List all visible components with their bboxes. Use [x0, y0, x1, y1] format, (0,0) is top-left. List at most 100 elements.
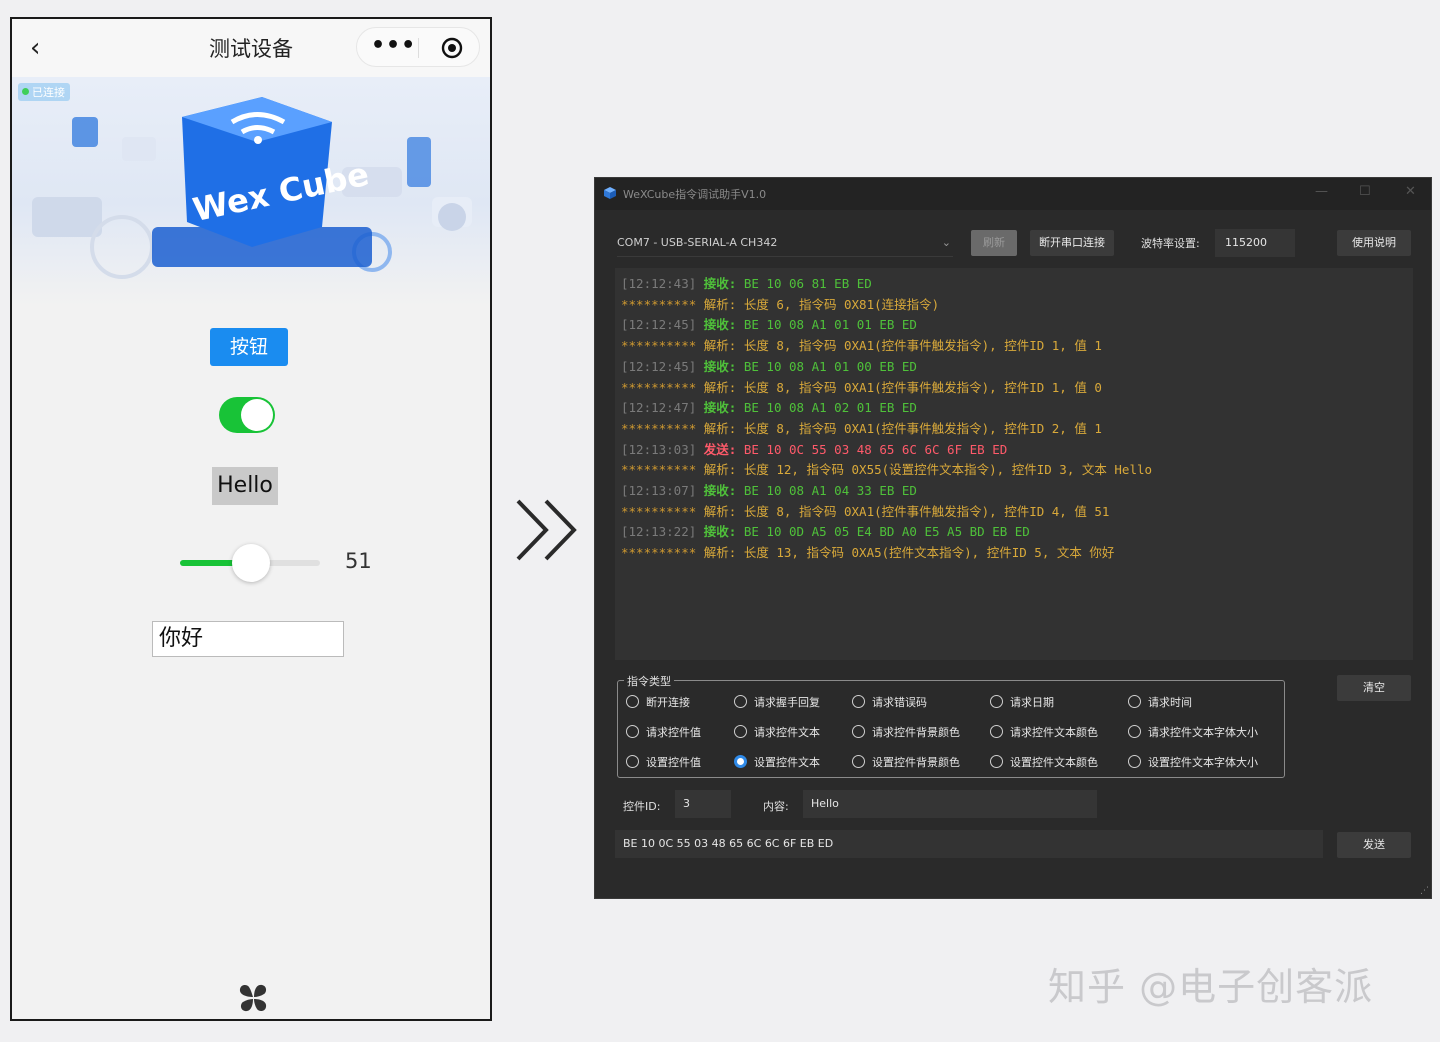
log-prefix: [12:12:43] [621, 276, 697, 291]
radio-circle-icon [626, 695, 639, 708]
radio-label: 请求控件文本字体大小 [1148, 726, 1258, 739]
log-body: 长度 8, 指令码 0XA1(控件事件触发指令), 控件ID 1, 值 1 [743, 338, 1102, 354]
demo-switch[interactable] [219, 397, 275, 433]
radio-label: 设置控件文本 [754, 756, 820, 769]
radio-label: 设置控件值 [646, 756, 701, 769]
log-body: 长度 8, 指令码 0XA1(控件事件触发指令), 控件ID 2, 值 1 [743, 420, 1102, 436]
log-body: BE 10 08 A1 01 00 EB ED [743, 358, 917, 374]
log-body: BE 10 0C 55 03 48 65 6C 6C 6F EB ED [743, 441, 1008, 457]
baud-rate-label: 波特率设置: [1141, 237, 1200, 250]
serial-port-select[interactable]: COM7 - USB-SERIAL-A CH342 ⌄ [617, 230, 953, 257]
help-button[interactable]: 使用说明 [1337, 230, 1411, 256]
disconnect-serial-button[interactable]: 断开串口连接 [1030, 230, 1114, 256]
log-line: ********** 解析: 长度 13, 指令码 0XA5(控件文本指令), … [621, 542, 1114, 561]
log-line: ********** 解析: 长度 8, 指令码 0XA1(控件事件触发指令),… [621, 335, 1102, 354]
hex-command-input[interactable]: BE 10 0C 55 03 48 65 6C 6C 6F EB ED [615, 830, 1323, 858]
slider-value: 51 [345, 549, 372, 573]
radio-label: 请求错误码 [872, 696, 927, 709]
log-line: ********** 解析: 长度 12, 指令码 0X55(设置控件文本指令)… [621, 459, 1152, 478]
log-body: 长度 6, 指令码 0X81(连接指令) [743, 296, 940, 312]
control-id-input[interactable]: 3 [675, 790, 731, 818]
log-tag: 接收: [703, 276, 737, 291]
command-type-legend: 指令类型 [624, 673, 674, 689]
home-indicator-icon[interactable] [236, 981, 270, 1015]
close-icon[interactable]: ✕ [1405, 184, 1416, 199]
resize-grip-icon[interactable]: ⋰ [1420, 886, 1429, 896]
log-tag: 解析: [703, 420, 737, 436]
more-icon[interactable]: ••• [371, 34, 415, 60]
radio-circle-icon [990, 725, 1003, 738]
command-type-group: 指令类型 断开连接 请求握手回复 请求错误码 请求日期 请求时间 请求控件值 请求控件文本 请… [617, 673, 1285, 778]
log-prefix: [12:12:45] [621, 317, 697, 333]
log-line: [12:12:45] 接收: BE 10 08 A1 01 00 EB ED [621, 356, 917, 375]
radio-circle-icon [990, 755, 1003, 768]
log-prefix: ********** [621, 545, 697, 561]
log-prefix: ********** [621, 420, 697, 436]
log-line: [12:13:07] 接收: BE 10 08 A1 04 33 EB ED [621, 480, 917, 499]
log-line: ********** 解析: 长度 6, 指令码 0X81(连接指令) [621, 294, 939, 313]
phone-preview: ‹ 测试设备 ••• Wex Cube 已连接 按钮 Hello 51 你好 [10, 17, 492, 1021]
radio-circle-icon [852, 755, 865, 768]
log-tag: 解析: [703, 503, 737, 519]
watermark: 知乎 @电子创客派 [1048, 965, 1374, 1009]
radio-label: 请求控件文本 [754, 726, 820, 739]
demo-text-label: Hello [212, 467, 278, 505]
log-tag: 解析: [703, 296, 737, 312]
debugger-window: WeXCube指令调试助手V1.0 — ☐ ✕ COM7 - USB-SERIA… [594, 177, 1432, 899]
minimize-icon[interactable]: — [1315, 184, 1328, 199]
log-prefix: ********** [621, 503, 697, 519]
close-miniprogram-icon[interactable] [441, 37, 463, 59]
radio-circle-icon [1128, 695, 1141, 708]
log-tag: 接收: [703, 317, 737, 333]
radio-label: 设置控件文本颜色 [1010, 756, 1098, 769]
radio-label: 设置控件背景颜色 [872, 756, 960, 769]
log-prefix: [12:13:03] [621, 441, 697, 457]
log-body: 长度 8, 指令码 0XA1(控件事件触发指令), 控件ID 4, 值 51 [743, 503, 1110, 519]
radio-label: 请求日期 [1010, 696, 1054, 709]
log-tag: 接收: [703, 483, 737, 498]
log-prefix: [12:13:07] [621, 483, 697, 498]
log-line: ********** 解析: 长度 8, 指令码 0XA1(控件事件触发指令),… [621, 377, 1102, 396]
radio-label: 请求控件值 [646, 726, 701, 739]
log-line: [12:12:45] 接收: BE 10 08 A1 01 01 EB ED [621, 314, 917, 333]
log-tag: 解析: [703, 338, 737, 354]
slider-thumb[interactable] [232, 544, 271, 582]
demo-slider[interactable] [180, 544, 320, 582]
radio-circle-icon [852, 725, 865, 738]
demo-button[interactable]: 按钮 [210, 328, 288, 366]
log-line: ********** 解析: 长度 8, 指令码 0XA1(控件事件触发指令),… [621, 501, 1109, 520]
log-line: [12:12:47] 接收: BE 10 08 A1 02 01 EB ED [621, 397, 917, 416]
radio-label: 请求时间 [1148, 696, 1192, 709]
app-cube-icon [604, 187, 616, 199]
log-prefix: [12:12:47] [621, 400, 697, 416]
serial-log[interactable]: [12:12:43] 接收: BE 10 06 81 EB ED ********… [615, 268, 1413, 660]
radio-circle-icon [626, 725, 639, 738]
log-tag: 解析: [703, 545, 737, 561]
baud-rate-input[interactable]: 115200 [1215, 229, 1295, 257]
connection-badge: 已连接 [18, 83, 70, 101]
demo-text-input[interactable]: 你好 [152, 621, 344, 657]
clear-button[interactable]: 清空 [1337, 675, 1411, 701]
log-body: 长度 12, 指令码 0X55(设置控件文本指令), 控件ID 3, 文本 He… [743, 462, 1153, 478]
log-prefix: ********** [621, 338, 697, 354]
send-button[interactable]: 发送 [1337, 832, 1411, 858]
log-line: [12:13:22] 接收: BE 10 0D A5 05 E4 BD A0 E… [621, 521, 1030, 540]
radio-label: 断开连接 [646, 696, 690, 709]
log-body: 长度 13, 指令码 0XA5(控件文本指令), 控件ID 5, 文本 你好 [743, 545, 1115, 561]
maximize-icon[interactable]: ☐ [1359, 184, 1371, 199]
double-chevron-right-icon [516, 499, 577, 561]
radio-circle-icon [626, 755, 639, 768]
radio-label: 设置控件文本字体大小 [1148, 756, 1258, 769]
serial-port-value: COM7 - USB-SERIAL-A CH342 [617, 236, 778, 249]
log-tag: 发送: [703, 441, 737, 457]
radio-label: 请求控件背景颜色 [872, 726, 960, 739]
radio-circle-icon [734, 755, 747, 768]
log-line: [12:13:03] 发送: BE 10 0C 55 03 48 65 6C 6… [621, 439, 1007, 458]
refresh-button[interactable]: 刷新 [971, 230, 1017, 256]
banner-image: Wex Cube 已连接 [12, 77, 490, 307]
radio-circle-icon [1128, 755, 1141, 768]
switch-knob [241, 399, 273, 431]
log-body: BE 10 08 A1 02 01 EB ED [743, 400, 917, 416]
connection-badge-text: 已连接 [32, 86, 65, 99]
content-input[interactable]: Hello [803, 790, 1097, 818]
